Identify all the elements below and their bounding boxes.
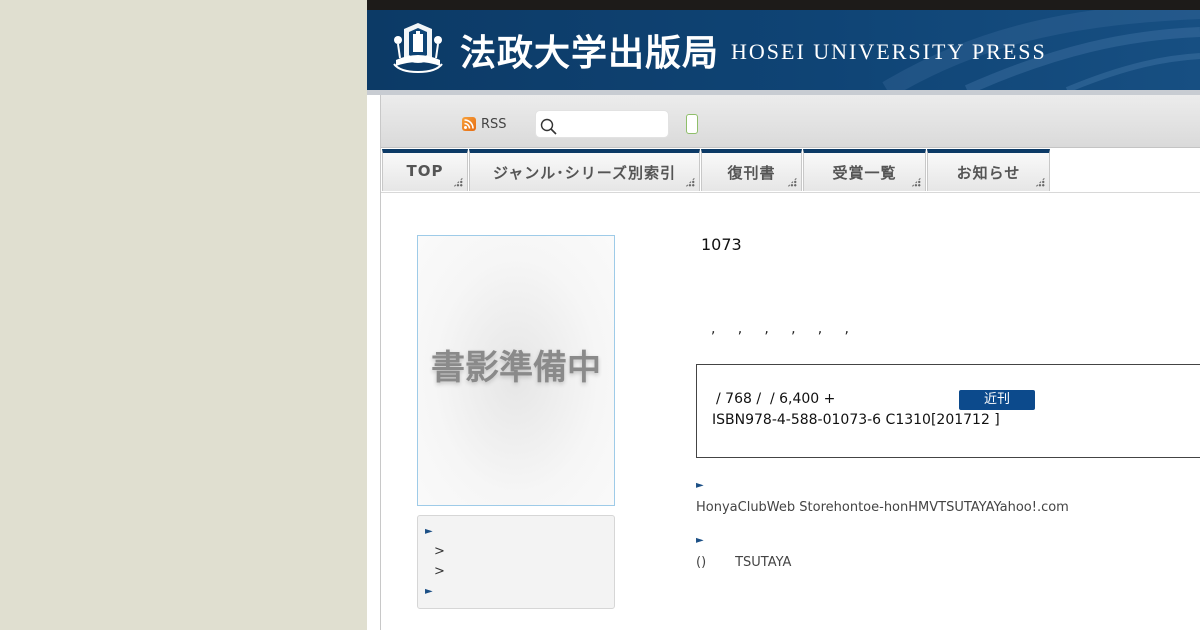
rss-label: RSS bbox=[481, 116, 507, 132]
main-content: RSS TOP ジャンル･シリーズ別索引 復刊書 受賞一覧 お知らせ 書影準備中… bbox=[380, 95, 1200, 630]
rss-link[interactable]: RSS bbox=[462, 115, 507, 133]
book-spec-line: / 768 / / 6,400 + bbox=[716, 391, 836, 407]
page: 法政大学出版局 HOSEI UNIVERSITY PRESS RSS TOP ジ… bbox=[367, 0, 1200, 630]
hosei-press-logo-icon[interactable] bbox=[392, 20, 444, 78]
search-input[interactable] bbox=[562, 115, 662, 135]
sidebar-box: ► > > ► bbox=[417, 515, 615, 609]
header-banner: 法政大学出版局 HOSEI UNIVERSITY PRESS bbox=[367, 10, 1200, 90]
tab-news-label: お知らせ bbox=[956, 164, 1021, 182]
tab-top[interactable]: TOP bbox=[382, 149, 468, 191]
book-cover-placeholder: 書影準備中 bbox=[417, 235, 615, 506]
tab-genre-series-index-label: ジャンル･シリーズ別索引 bbox=[492, 164, 676, 182]
site-title-english[interactable]: HOSEI UNIVERSITY PRESS bbox=[731, 39, 1047, 65]
bullet-triangle-icon: ► bbox=[425, 586, 433, 597]
search-box bbox=[535, 110, 669, 138]
site-title-japanese[interactable]: 法政大学出版局 bbox=[460, 24, 719, 76]
book-spec-box: / 768 / / 6,400 + 近刊 ISBN978-4-588-01073… bbox=[696, 364, 1200, 458]
bullet-triangle-icon: ► bbox=[425, 526, 433, 537]
top-bar bbox=[367, 0, 1200, 10]
main-nav: TOP ジャンル･シリーズ別索引 復刊書 受賞一覧 お知らせ bbox=[381, 148, 1200, 193]
tab-reprints[interactable]: 復刊書 bbox=[701, 149, 802, 191]
cover-placeholder-text: 書影準備中 bbox=[431, 348, 601, 388]
tab-awards[interactable]: 受賞一覧 bbox=[803, 149, 926, 191]
search-icon bbox=[540, 118, 557, 135]
tab-news[interactable]: お知らせ bbox=[927, 149, 1050, 191]
rss-icon bbox=[462, 117, 476, 131]
sidebar-link-1[interactable]: > bbox=[434, 544, 445, 559]
tab-top-label: TOP bbox=[406, 162, 444, 180]
status-badge: 近刊 bbox=[959, 390, 1035, 410]
book-series-number: 1073 bbox=[701, 235, 742, 254]
book-contributors: , , , , , , bbox=[711, 321, 849, 337]
search-button[interactable] bbox=[686, 114, 698, 134]
book-isbn-line: ISBN978-4-588-01073-6 C1310[201712 ] bbox=[712, 412, 1000, 428]
tab-reprints-label: 復刊書 bbox=[727, 164, 776, 182]
bullet-triangle-icon: ► bbox=[696, 535, 704, 546]
physical-store-links[interactable]: () TSUTAYA bbox=[696, 555, 791, 570]
sidebar-link-2[interactable]: > bbox=[434, 564, 445, 579]
bullet-triangle-icon: ► bbox=[696, 480, 704, 491]
online-store-links[interactable]: HonyaClubWeb Storehontoe-honHMVTSUTAYAYa… bbox=[696, 500, 1069, 515]
tab-genre-series-index[interactable]: ジャンル･シリーズ別索引 bbox=[469, 149, 700, 191]
toolbar: RSS bbox=[381, 95, 1200, 148]
tab-awards-label: 受賞一覧 bbox=[832, 164, 897, 182]
